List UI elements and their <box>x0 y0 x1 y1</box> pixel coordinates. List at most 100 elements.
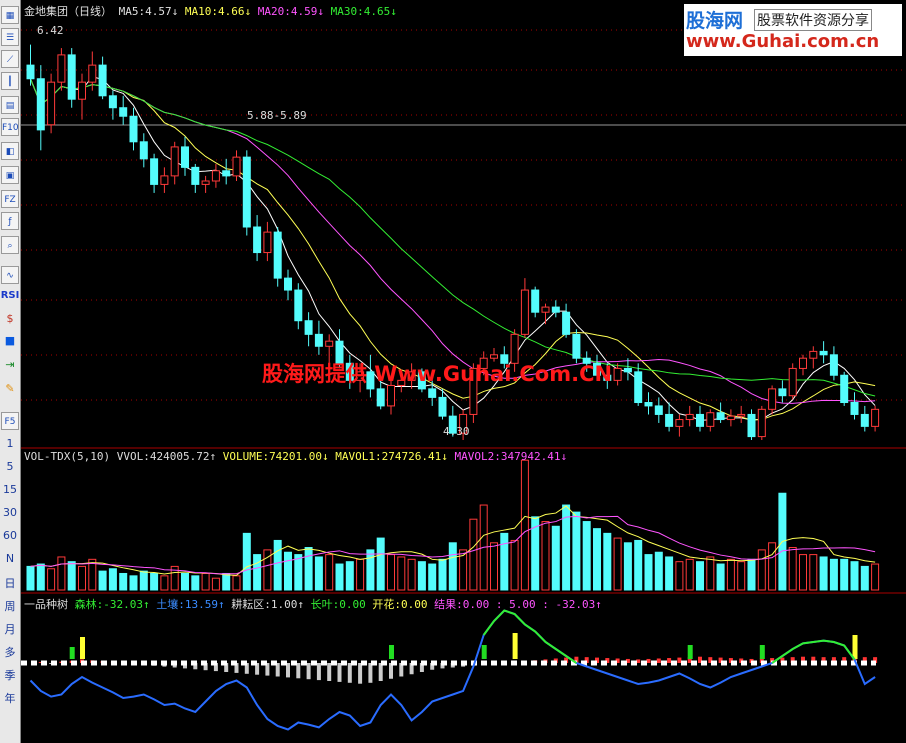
jieguo-value: 0.00 : 5.00 : -32.03↑ <box>462 598 602 611</box>
volume-bar <box>623 542 632 591</box>
period-1[interactable]: 1 <box>0 437 20 450</box>
period-month[interactable]: 月 <box>0 621 20 637</box>
period-n[interactable]: N <box>0 552 20 565</box>
volume-bar <box>510 539 519 591</box>
candle-body <box>119 107 128 117</box>
volume-bar <box>768 542 777 591</box>
volume-bar <box>665 556 674 591</box>
export-icon[interactable]: ⇥ <box>0 358 20 371</box>
candle-body <box>98 64 107 97</box>
candle-body <box>36 78 45 131</box>
ma30-value: 4.65↓ <box>363 5 397 18</box>
volume-bar <box>232 575 241 591</box>
volume-bar <box>356 558 365 591</box>
candle-body <box>757 408 766 438</box>
signal-bar <box>69 647 75 659</box>
candle-body <box>871 408 880 427</box>
volume-bar <box>675 561 684 591</box>
f10-icon[interactable]: F10 <box>1 118 19 136</box>
volume-bar <box>706 556 715 591</box>
senlin-value: -32.03↑ <box>103 598 150 611</box>
wave-icon[interactable]: ∿ <box>1 266 19 284</box>
volume-bar <box>98 570 107 591</box>
watermark: 股海网提供 Www.Guhai.Com.CN <box>262 362 613 386</box>
candle-body <box>716 412 725 421</box>
turang-label: 土壤: <box>156 598 185 611</box>
volume-bar <box>809 554 818 591</box>
period-day[interactable]: 日 <box>0 575 20 591</box>
volume-bar <box>119 572 128 591</box>
period-quarter[interactable]: 季 <box>0 667 20 683</box>
candle-body <box>232 156 241 177</box>
volume-bar <box>438 558 447 591</box>
candle-body <box>685 413 694 421</box>
volume-bar <box>325 554 334 591</box>
ma10-value: 4.66↓ <box>218 5 252 18</box>
formula-icon[interactable]: ƒ <box>1 212 19 230</box>
volume-bar <box>829 558 838 591</box>
fa-icon[interactable]: ◧ <box>1 142 19 160</box>
candle-icon[interactable]: ┃ <box>1 72 19 90</box>
signal-bar <box>852 635 858 659</box>
lock-icon[interactable]: ■ <box>0 334 20 347</box>
pencil-icon[interactable]: ✎ <box>0 382 20 395</box>
volume-bar <box>294 554 303 591</box>
volume-bar <box>613 537 622 591</box>
volume-bar <box>284 551 292 591</box>
zhangye-label: 长叶: <box>310 598 340 611</box>
volume-bar <box>541 521 550 591</box>
volume-bar <box>850 561 859 591</box>
volume-bar <box>860 565 869 591</box>
period-5[interactable]: 5 <box>0 460 20 473</box>
candle-body <box>139 141 148 160</box>
list-icon[interactable]: ☰ <box>1 28 19 46</box>
candle-body <box>211 170 220 182</box>
candle-body <box>129 115 138 143</box>
main-header: 金地集团（日线） MA5:4.57↓ MA10:4.66↓ MA20:4.59↓… <box>24 3 397 19</box>
bars-icon[interactable]: ▤ <box>1 96 19 114</box>
ma10-label: MA10: <box>184 5 218 18</box>
search-icon[interactable]: ⌕ <box>1 236 19 254</box>
volume-bar <box>469 518 478 591</box>
indicator-header: 一品种树 森林:-32.03↑ 土壤:13.59↑ 耕耘区:1.00↑ 长叶:0… <box>24 596 602 612</box>
candle-body <box>768 388 777 410</box>
fundamentals-icon[interactable]: ▣ <box>1 166 19 184</box>
period-60[interactable]: 60 <box>0 529 20 542</box>
period-year[interactable]: 年 <box>0 690 20 706</box>
period-15[interactable]: 15 <box>0 483 20 496</box>
signal-bar <box>389 645 394 659</box>
money-icon[interactable]: $ <box>0 312 20 325</box>
volume-value: 74201.00↓ <box>269 450 329 463</box>
grid-icon[interactable]: ▦ <box>1 6 19 24</box>
candle-body <box>747 413 756 438</box>
gengyun-value: 1.00↑ <box>270 598 304 611</box>
volume-bar <box>788 547 797 591</box>
volume-bar <box>572 511 581 591</box>
indicator-panel <box>21 609 878 731</box>
volume-bar <box>737 561 746 591</box>
period-30[interactable]: 30 <box>0 506 20 519</box>
stock-title: 金地集团（日线） <box>24 5 112 18</box>
volume-bar <box>36 563 45 591</box>
candle-body <box>67 54 76 100</box>
candle-body <box>78 81 86 100</box>
candle-body <box>665 413 674 427</box>
volume-bar <box>222 572 231 591</box>
fz-icon[interactable]: FZ <box>1 190 19 208</box>
candle-body <box>57 54 66 83</box>
period-multi[interactable]: 多 <box>0 644 20 660</box>
candle-body <box>850 402 859 415</box>
volume-bar <box>78 565 86 591</box>
volume-bar <box>634 539 643 591</box>
line-chart-icon[interactable]: ⟋ <box>1 50 19 68</box>
ma20-line <box>30 78 876 404</box>
rsi-button[interactable]: RSI <box>0 290 20 301</box>
volume-bar <box>273 539 282 591</box>
candle-body <box>150 158 159 185</box>
volume-bar <box>417 561 426 591</box>
ma5-label: MA5: <box>118 5 146 18</box>
period-week[interactable]: 周 <box>0 598 20 614</box>
candle-body <box>551 306 560 313</box>
f5-button[interactable]: F5 <box>1 412 19 430</box>
turang-value: 13.59↑ <box>184 598 225 611</box>
